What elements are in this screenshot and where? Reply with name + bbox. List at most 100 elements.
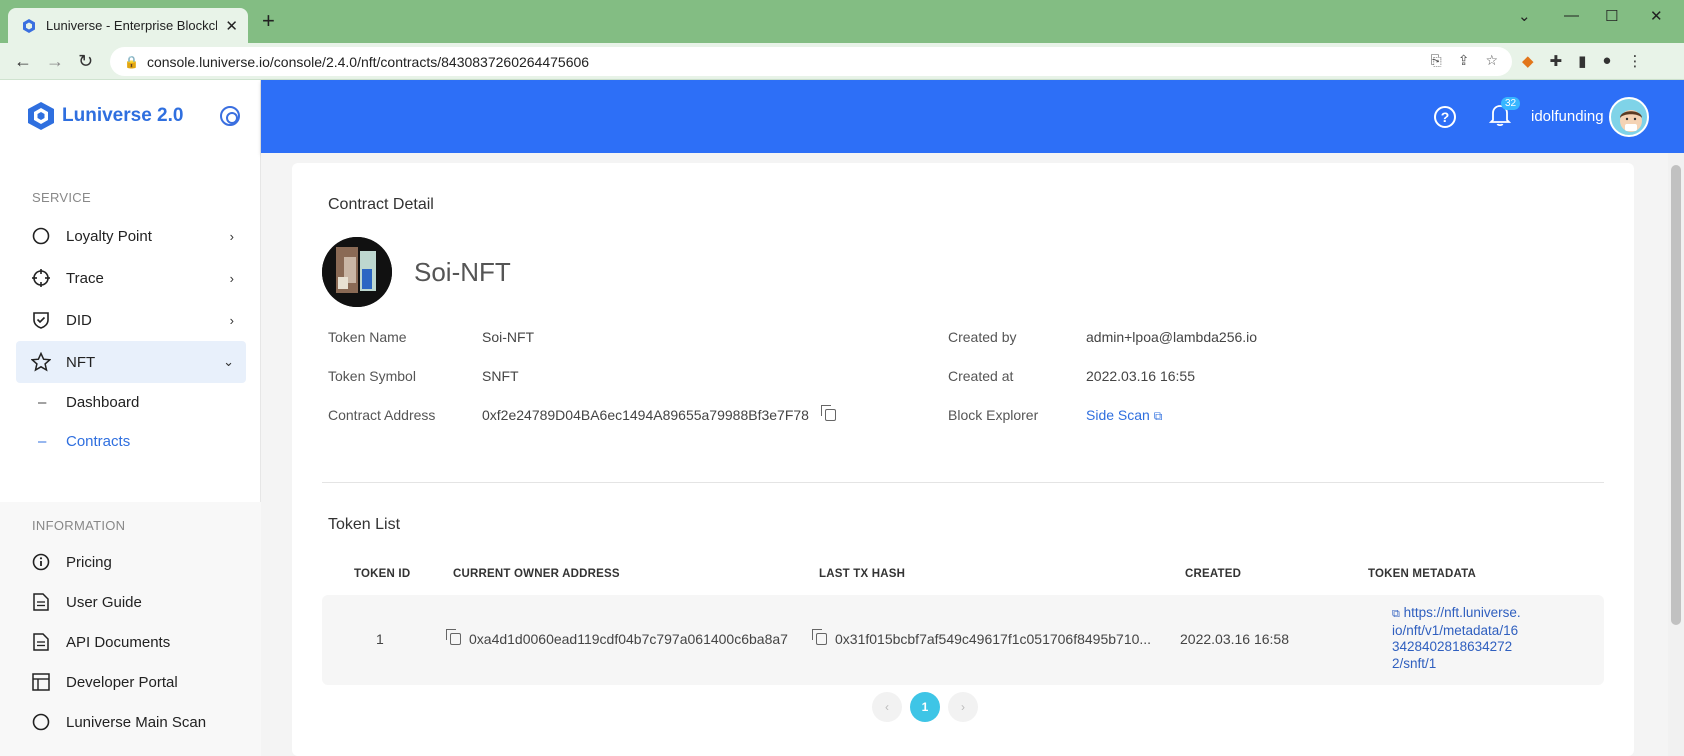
layout-icon bbox=[30, 671, 52, 693]
contract-address-text: 0xf2e24789D04BA6ec1494A89655a79988Bf3e7F… bbox=[482, 407, 809, 423]
dash-icon: – bbox=[38, 433, 47, 450]
chevron-down-icon: ⌄ bbox=[223, 354, 234, 369]
created-at-label: Created at bbox=[948, 368, 1014, 384]
address-bar: ← → ↻ 🔒 console.luniverse.io/console/2.4… bbox=[0, 43, 1684, 80]
dash-icon: – bbox=[38, 394, 47, 411]
metadata-link[interactable]: ⧉ https://nft.luniverse.io/nft/v1/metada… bbox=[1392, 605, 1522, 672]
luniverse-favicon-icon bbox=[23, 18, 35, 33]
sidebar-item-label: Luniverse Main Scan bbox=[66, 713, 207, 731]
contract-card: Contract Detail Soi-NFT Token Name Soi-N… bbox=[292, 163, 1634, 756]
contract-address-value: 0xf2e24789D04BA6ec1494A89655a79988Bf3e7F… bbox=[482, 405, 844, 423]
minimize-icon[interactable]: — bbox=[1564, 7, 1579, 24]
information-section-label: INFORMATION bbox=[32, 518, 126, 533]
username[interactable]: idolfunding bbox=[1531, 108, 1604, 125]
external-link-icon: ⧉ bbox=[1392, 608, 1400, 620]
sidebar-item-pricing[interactable]: Pricing bbox=[16, 541, 246, 583]
table-row: 1 0xa4d1d0060ead119cdf04b7c797a061400c6b… bbox=[322, 595, 1604, 685]
tx-hash-cell: 0x31f015bcbf7af549c49617f1c051706f8495b7… bbox=[812, 629, 1152, 647]
circle-icon bbox=[30, 225, 52, 247]
metadata-url: https://nft.luniverse.io/nft/v1/metadata… bbox=[1392, 605, 1521, 671]
document-icon bbox=[30, 591, 52, 613]
profile-icon[interactable]: ● bbox=[1602, 52, 1611, 70]
sidebar-item-label: User Guide bbox=[66, 593, 142, 611]
sidebar-item-label: Developer Portal bbox=[66, 673, 178, 691]
information-section: INFORMATION Pricing User Guide API Docum… bbox=[0, 502, 261, 756]
chevron-right-icon: › bbox=[229, 228, 234, 244]
token-name-value: Soi-NFT bbox=[482, 329, 535, 345]
browser-tabbar: Luniverse - Enterprise Blockchain ✕ + ⌄ … bbox=[0, 0, 1684, 43]
main-content: Contract Detail Soi-NFT Token Name Soi-N… bbox=[261, 153, 1671, 756]
copy-icon[interactable] bbox=[812, 629, 827, 645]
sidebar-item-loyalty-point[interactable]: Loyalty Point › bbox=[16, 215, 246, 257]
token-symbol-value: SNFT bbox=[482, 368, 519, 384]
sidebar-item-api-documents[interactable]: API Documents bbox=[16, 621, 246, 663]
sidebar-item-label: NFT bbox=[66, 353, 96, 371]
created-by-label: Created by bbox=[948, 329, 1017, 345]
sidebar-subitem-dashboard[interactable]: – Dashboard bbox=[38, 394, 139, 411]
sidebar-item-did[interactable]: DID › bbox=[16, 299, 246, 341]
crosshair-icon bbox=[30, 267, 52, 289]
share-icon[interactable]: ⇪ bbox=[1458, 52, 1470, 69]
column-header-metadata: TOKEN METADATA bbox=[1368, 568, 1476, 580]
url-field[interactable]: 🔒 console.luniverse.io/console/2.4.0/nft… bbox=[110, 47, 1512, 76]
token-name-label: Token Name bbox=[328, 329, 407, 345]
copy-icon[interactable] bbox=[820, 405, 836, 421]
lock-icon: 🔒 bbox=[124, 54, 139, 69]
sidebar-item-nft[interactable]: NFT ⌄ bbox=[16, 341, 246, 383]
pagination: ‹ 1 › bbox=[872, 692, 978, 722]
forward-icon[interactable]: → bbox=[46, 51, 64, 72]
sidebar-item-main-scan[interactable]: Luniverse Main Scan bbox=[16, 701, 246, 743]
service-section-label: SERVICE bbox=[32, 190, 91, 205]
column-header-tx-hash: LAST TX HASH bbox=[819, 568, 906, 580]
back-icon[interactable]: ← bbox=[14, 51, 32, 72]
sidebar-item-label: DID bbox=[66, 311, 92, 329]
column-header-token-id: TOKEN ID bbox=[354, 568, 411, 580]
token-list-title: Token List bbox=[328, 516, 401, 533]
side-scan-text: Side Scan bbox=[1086, 407, 1150, 423]
star-icon bbox=[30, 351, 52, 373]
maximize-icon[interactable]: ☐ bbox=[1605, 7, 1618, 25]
token-symbol-label: Token Symbol bbox=[328, 368, 416, 384]
reload-icon[interactable]: ↻ bbox=[78, 51, 93, 72]
sidebar-item-user-guide[interactable]: User Guide bbox=[16, 581, 246, 623]
next-page-button[interactable]: › bbox=[948, 692, 978, 722]
contract-name: Soi-NFT bbox=[414, 257, 511, 287]
side-scan-link[interactable]: Side Scan ⧉ bbox=[1086, 407, 1162, 424]
logo-text: Luniverse 2.0 bbox=[62, 105, 184, 126]
document-icon bbox=[30, 631, 52, 653]
bookmark-star-icon[interactable]: ☆ bbox=[1485, 52, 1498, 69]
tab-search-icon[interactable]: ⌄ bbox=[1518, 7, 1531, 25]
browser-tab[interactable]: Luniverse - Enterprise Blockchain ✕ bbox=[8, 8, 248, 43]
prev-page-button[interactable]: ‹ bbox=[872, 692, 902, 722]
sidebar-item-trace[interactable]: Trace › bbox=[16, 257, 246, 299]
tx-hash: 0x31f015bcbf7af549c49617f1c051706f8495b7… bbox=[835, 631, 1152, 647]
notification-badge: 32 bbox=[1501, 97, 1521, 110]
metamask-icon[interactable]: ◆ bbox=[1522, 52, 1534, 70]
help-icon[interactable]: ? bbox=[1434, 106, 1456, 128]
created-at-value: 2022.03.16 16:55 bbox=[1086, 368, 1195, 384]
sidebar-subitem-contracts[interactable]: – Contracts bbox=[38, 433, 130, 450]
sidebar-item-label: Loyalty Point bbox=[66, 227, 152, 245]
scrollbar-thumb[interactable] bbox=[1671, 165, 1681, 625]
contract-detail-title: Contract Detail bbox=[328, 196, 434, 213]
side-panel-icon[interactable]: ▮ bbox=[1578, 52, 1586, 70]
tab-close-icon[interactable]: ✕ bbox=[225, 17, 238, 35]
settings-target-icon[interactable] bbox=[220, 106, 240, 126]
new-tab-button[interactable]: + bbox=[262, 10, 275, 32]
browser-menu-icon[interactable]: ⋮ bbox=[1627, 52, 1642, 70]
page-1-button[interactable]: 1 bbox=[910, 692, 940, 722]
external-link-icon: ⧉ bbox=[1153, 409, 1163, 423]
url-text: console.luniverse.io/console/2.4.0/nft/c… bbox=[146, 53, 590, 70]
divider bbox=[322, 482, 1604, 483]
contract-address-label: Contract Address bbox=[328, 407, 436, 423]
created-cell: 2022.03.16 16:58 bbox=[1180, 631, 1289, 647]
logo[interactable]: Luniverse 2.0 bbox=[28, 102, 183, 130]
extensions-puzzle-icon[interactable]: ✚ bbox=[1550, 52, 1563, 70]
scrollbar[interactable] bbox=[1668, 153, 1684, 756]
translate-icon[interactable]: ⎘ bbox=[1431, 52, 1442, 69]
sidebar-item-developer-portal[interactable]: Developer Portal bbox=[16, 661, 246, 703]
avatar[interactable] bbox=[1609, 97, 1649, 137]
window-close-icon[interactable]: ✕ bbox=[1650, 7, 1663, 25]
copy-icon[interactable] bbox=[446, 629, 461, 645]
owner-cell: 0xa4d1d0060ead119cdf04b7c797a061400c6ba8… bbox=[446, 629, 788, 647]
